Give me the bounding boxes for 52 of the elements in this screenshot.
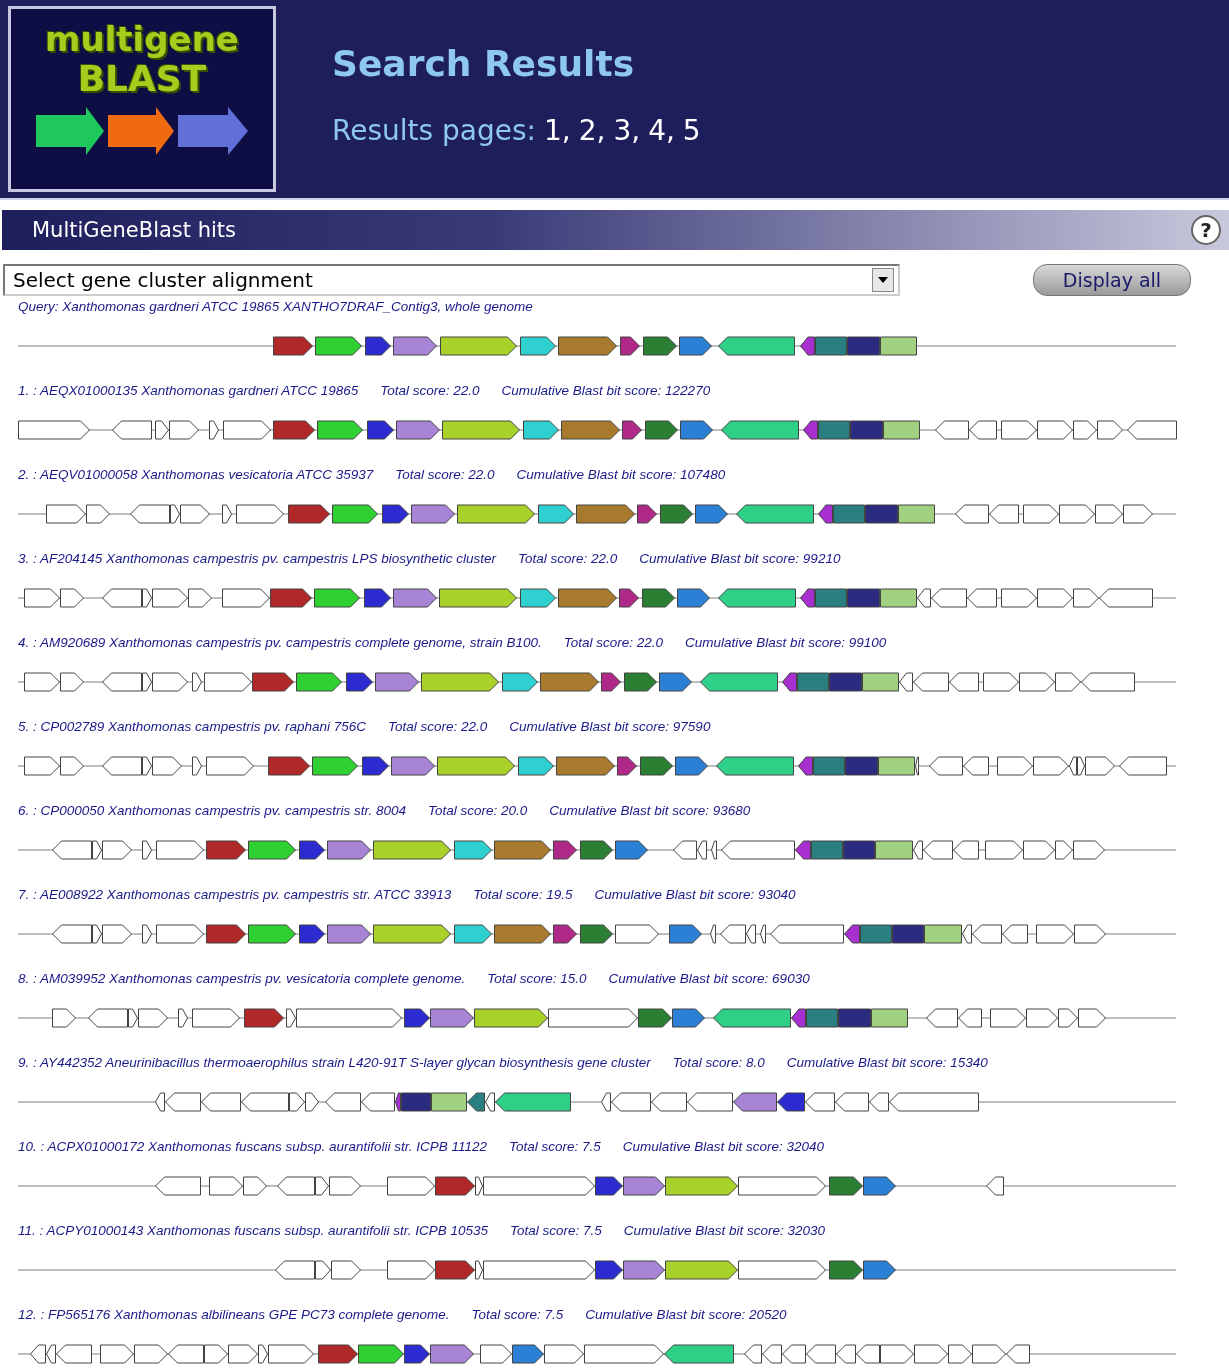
pages-label: Results pages: bbox=[332, 113, 536, 147]
total-score: Total score: 22.0 bbox=[563, 634, 664, 650]
hit-title: 6. : CP000050 Xanthomonas campestris pv. campestris str. 8004 bbox=[18, 802, 406, 818]
hit-title: 1. : AEQX01000135 Xanthomonas gardneri ATCC 19865 bbox=[18, 382, 359, 398]
total-score: Total score: 20.0 bbox=[427, 802, 528, 818]
logo-text: BLAST bbox=[77, 59, 207, 99]
hit-title: 4. : AM920689 Xanthomonas campestris pv. campestris complete genome, strain B100. bbox=[18, 634, 542, 650]
total-score: Total score: 22.0 bbox=[395, 466, 495, 482]
hit-title: 12. : FP565176 Xanthomonas albilineans GPE PC73 complete genome. bbox=[18, 1306, 450, 1322]
help-button[interactable]: ? bbox=[1191, 215, 1221, 245]
total-score: Total score: 19.5 bbox=[473, 886, 573, 902]
hit-title: 8. : AM039952 Xanthomonas campestris pv. vesicatoria complete genome. bbox=[18, 970, 466, 986]
hit-title: 2. : AEQV01000058 Xanthomonas vesicatoria ATCC 35937 bbox=[18, 466, 374, 482]
cumulative-score: Cumulative Blast bit score: 99210 bbox=[639, 550, 841, 566]
total-score: Total score: 7.5 bbox=[510, 1222, 602, 1238]
hit-title: 5. : CP002789 Xanthomonas campestris pv. raphani 756C bbox=[18, 718, 366, 734]
total-score: Total score: 22.0 bbox=[518, 550, 618, 566]
total-score: Total score: 7.5 bbox=[509, 1138, 601, 1154]
total-score: Total score: 22.0 bbox=[387, 718, 488, 734]
cumulative-score: Cumulative Blast bit score: 15340 bbox=[786, 1054, 988, 1070]
page-link[interactable]: 3, bbox=[613, 113, 641, 147]
total-score: Total score: 8.0 bbox=[672, 1054, 765, 1070]
page-link[interactable]: 4, bbox=[648, 113, 675, 147]
dropdown-icon bbox=[872, 268, 894, 292]
hit-title: 11. : ACPY01000143 Xanthomonas fuscans subsp. aurantifolii str. ICPB 10535 bbox=[18, 1222, 489, 1238]
hit-title: 10. : ACPX01000172 Xanthomonas fuscans subsp. aurantifolii str. ICPB 11122 bbox=[18, 1138, 488, 1154]
section-title: MultiGeneBlast hits bbox=[32, 218, 237, 242]
page-link[interactable]: 1, bbox=[543, 113, 571, 147]
arrows-icon bbox=[34, 105, 250, 157]
page-link[interactable]: 5 bbox=[682, 113, 701, 147]
logo-text: multigene bbox=[45, 19, 239, 59]
cumulative-score: Cumulative Blast bit score: 32040 bbox=[622, 1138, 824, 1154]
total-score: Total score: 22.0 bbox=[380, 382, 480, 398]
hit-title: 3. : AF204145 Xanthomonas campestris pv. campestris LPS biosynthetic cluster bbox=[18, 550, 496, 566]
cumulative-score: Cumulative Blast bit score: 99100 bbox=[685, 634, 887, 650]
display-all-button[interactable]: Display all bbox=[1033, 264, 1191, 296]
cumulative-score: Cumulative Blast bit score: 69030 bbox=[608, 970, 810, 986]
cumulative-score: Cumulative Blast bit score: 93040 bbox=[594, 886, 796, 902]
total-score: Total score: 15.0 bbox=[487, 970, 587, 986]
cumulative-score: Cumulative Blast bit score: 107480 bbox=[516, 466, 726, 482]
cumulative-score: Cumulative Blast bit score: 93680 bbox=[549, 802, 751, 818]
cumulative-score: Cumulative Blast bit score: 20520 bbox=[585, 1306, 787, 1322]
hit-title: 7. : AE008922 Xanthomonas campestris pv. campestris str. ATCC 33913 bbox=[18, 886, 452, 902]
cluster-select[interactable]: Select gene cluster alignment bbox=[3, 264, 900, 296]
page-title: Search Results bbox=[332, 41, 636, 86]
query-label: Query: Xanthomonas gardneri ATCC 19865 XANTHO7DRAF_Contig3, whole genome bbox=[18, 298, 533, 314]
cumulative-score: Cumulative Blast bit score: 32030 bbox=[623, 1222, 825, 1238]
hit-title: 9. : AY442352 Aneurinibacillus thermoaerophilus strain L420-91T S-layer glycan biosynthesis gene cluster bbox=[18, 1054, 651, 1070]
cumulative-score: Cumulative Blast bit score: 97590 bbox=[509, 718, 711, 734]
page-link[interactable]: 2, bbox=[578, 113, 606, 147]
cumulative-score: Cumulative Blast bit score: 122270 bbox=[501, 382, 711, 398]
total-score: Total score: 7.5 bbox=[471, 1306, 564, 1322]
